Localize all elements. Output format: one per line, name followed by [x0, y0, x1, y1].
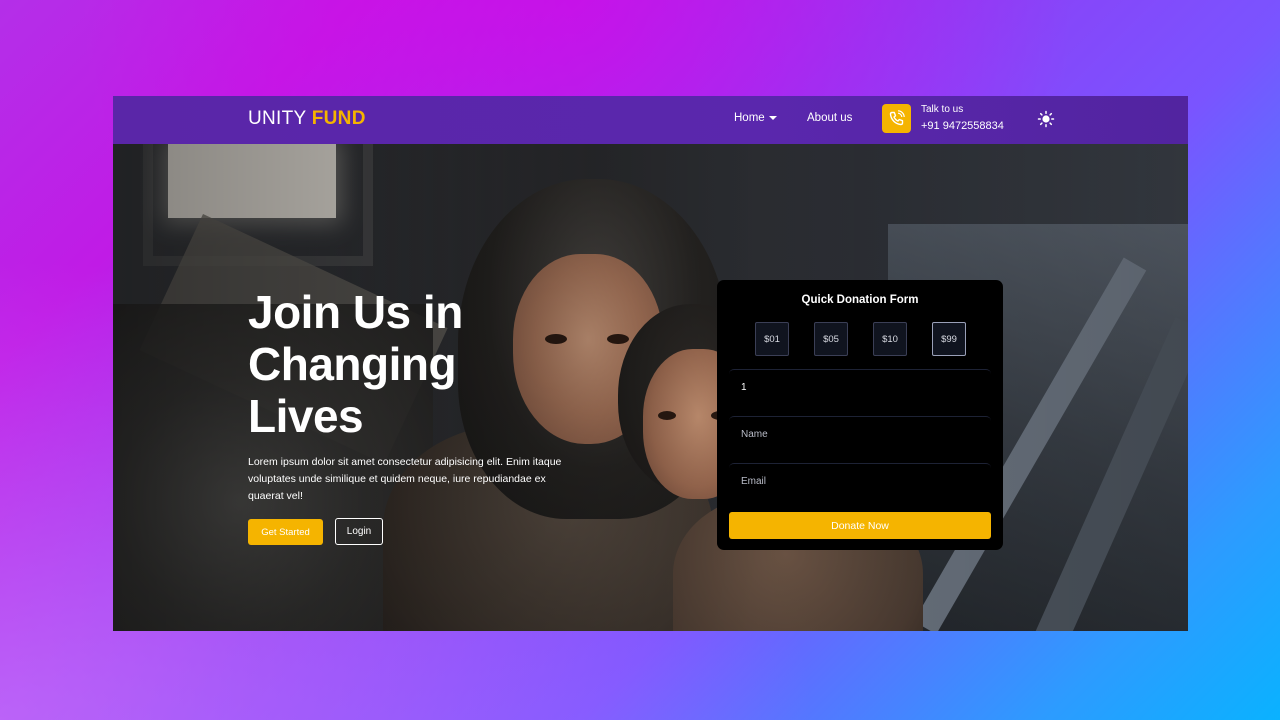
amount-option-1[interactable]: $01 — [755, 322, 789, 356]
form-title: Quick Donation Form — [801, 294, 919, 306]
get-started-button[interactable]: Get Started — [248, 519, 323, 545]
phone-number[interactable]: +91 9472558834 — [921, 120, 1004, 132]
talk-to-us-label: Talk to us — [921, 104, 964, 115]
name-field[interactable] — [729, 416, 991, 452]
login-button[interactable]: Login — [335, 518, 383, 545]
nav-home-label: Home — [734, 112, 765, 124]
nav-about-link[interactable]: About us — [807, 112, 852, 124]
chevron-down-icon — [768, 115, 777, 120]
brand-name-part1: UNITY — [248, 108, 312, 129]
amount-option-99[interactable]: $99 — [932, 322, 966, 356]
website-preview: Join Us in Changing Lives Lorem ipsum do… — [113, 96, 1188, 631]
phone-button[interactable] — [882, 104, 911, 133]
nav-home-dropdown[interactable]: Home — [734, 112, 777, 124]
hero-title: Join Us in Changing Lives — [248, 286, 463, 442]
brand-logo[interactable]: UNITY FUND — [248, 108, 366, 130]
phone-icon — [889, 110, 905, 126]
brand-name-part2: FUND — [311, 108, 366, 129]
amount-option-10[interactable]: $10 — [873, 322, 907, 356]
email-field[interactable] — [729, 463, 991, 499]
amount-option-5[interactable]: $05 — [814, 322, 848, 356]
quick-donation-form: Quick Donation Form $01 $05 $10 $99 Dona… — [717, 280, 1003, 550]
sun-icon[interactable] — [1037, 110, 1055, 128]
amount-input[interactable] — [729, 369, 991, 405]
navbar: UNITY FUND Home About us Talk to us +91 … — [113, 96, 1188, 144]
hero-section: Join Us in Changing Lives Lorem ipsum do… — [113, 144, 1188, 631]
donate-now-button[interactable]: Donate Now — [729, 512, 991, 539]
hero-description: Lorem ipsum dolor sit amet consectetur a… — [248, 456, 562, 502]
